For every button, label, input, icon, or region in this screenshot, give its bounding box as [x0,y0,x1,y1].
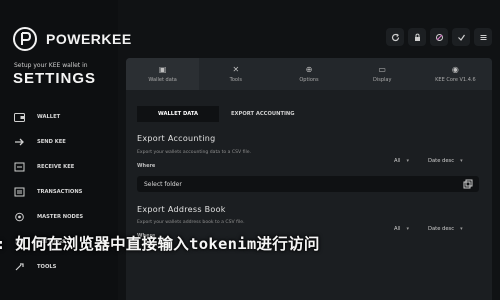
tools-icon [13,261,25,273]
tab-options[interactable]: ⊕ Options [272,58,345,90]
display-icon: ▭ [378,65,386,74]
sidebar-item-tools[interactable]: TOOLS [13,254,83,279]
sidebar-item-transactions[interactable]: TRANSACTIONS [13,179,83,204]
transactions-icon [13,186,25,198]
wallet-icon [13,111,25,123]
tab-label: KEE Core V1.4.6 [435,77,476,83]
wallet-data-icon: ▣ [158,65,167,74]
lock-icon[interactable] [408,28,426,46]
subtab-export-accounting[interactable]: EXPORT ACCOUNTING [219,106,307,122]
sidebar-item-label: MASTER NODES [37,213,84,220]
tab-label: Wallet data [148,77,177,83]
tab-wallet-data[interactable]: ▣ Wallet data [126,58,200,90]
sidebar-item-label: TOOLS [37,263,57,270]
sidebar-item-label: WALLET [37,113,61,120]
tab-label: Tools [229,77,242,83]
tagline: Setup your KEE wallet in [14,62,88,69]
tab-tools[interactable]: ✕ Tools [199,58,272,90]
export-accounting-title: Export Accounting [137,134,216,143]
subtab-wallet-data[interactable]: WALLET DATA [137,106,219,122]
tab-label: Display [372,77,392,83]
sidebar-item-send[interactable]: SEND KEE [13,129,83,154]
window-toolbar [386,28,492,46]
menu-icon[interactable] [474,28,492,46]
where-label: Where [137,163,156,169]
filter-select[interactable]: All ▾ [394,158,409,164]
sub-tabs: WALLET DATA EXPORT ACCOUNTING [137,106,492,122]
sidebar-item-wallet[interactable]: WALLET [13,104,83,129]
export-address-book-title: Export Address Book [137,205,226,214]
folder-icon[interactable] [463,179,473,189]
tools-icon: ✕ [232,65,240,74]
sidebar-item-label: RECEIVE KEE [37,163,75,170]
caption-overlay: : 如何在浏览器中直接输入tokenim进行访问 [0,230,500,256]
masternode-icon [13,211,25,223]
kee-core-icon: ◉ [451,65,459,74]
sidebar-item-masternodes[interactable]: MASTER NODES [13,204,83,229]
export-accounting-subtitle: Export your wallets accounting data to a… [137,150,252,155]
brand-name: POWERKEE [46,31,132,47]
page-title: SETTINGS [13,70,97,87]
tab-kee-core[interactable]: ◉ KEE Core V1.4.6 [419,58,492,90]
chevron-down-icon: ▾ [406,158,409,164]
refresh-icon[interactable] [386,28,404,46]
brand-logo: POWERKEE [12,26,132,52]
folder-field-value: Select folder [144,180,182,188]
tab-display[interactable]: ▭ Display [346,58,419,90]
sidebar-item-label: SEND KEE [37,138,66,145]
sync-icon[interactable] [452,28,470,46]
receive-icon [13,161,25,173]
options-icon: ⊕ [305,65,313,74]
sort-select[interactable]: Date desc ▾ [428,158,463,164]
logo-icon [13,27,37,51]
top-tabs: ▣ Wallet data ✕ Tools ⊕ Options ▭ Displa… [126,58,492,90]
sidebar-item-label: TRANSACTIONS [37,188,83,195]
caption-text: : 如何在浏览器中直接输入tokenim进行访问 [0,235,320,253]
sort-value: Date desc [428,158,455,164]
folder-field[interactable]: Select folder [137,176,479,192]
sidebar-item-receive[interactable]: RECEIVE KEE [13,154,83,179]
filter-value: All [394,158,401,164]
send-icon [13,136,25,148]
settings-panel: ▣ Wallet data ✕ Tools ⊕ Options ▭ Displa… [126,58,492,300]
network-icon[interactable] [430,28,448,46]
tab-label: Options [299,77,319,83]
chevron-down-icon: ▾ [460,158,463,164]
export-address-book-subtitle: Export your wallets address book to a CS… [137,220,245,225]
